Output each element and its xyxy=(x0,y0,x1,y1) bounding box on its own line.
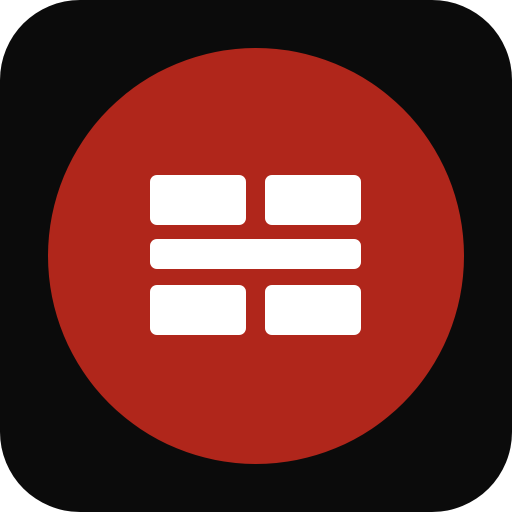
grid-tile-bottom-right xyxy=(265,285,361,335)
grid-tile-bottom-left xyxy=(150,285,246,335)
grid-bar-middle xyxy=(150,239,361,269)
grid-tile-top-left xyxy=(150,175,246,225)
grid-tile-top-right xyxy=(265,175,361,225)
app-icon[interactable] xyxy=(0,0,512,512)
